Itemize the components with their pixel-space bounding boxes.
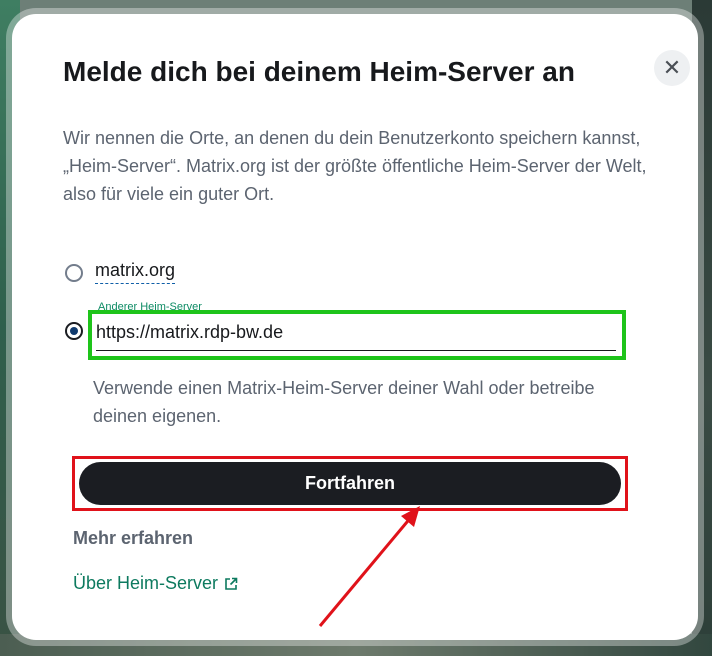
external-link-icon (225, 577, 238, 590)
about-homeservers-link[interactable]: Über Heim-Server (73, 573, 238, 594)
radio-matrix-org[interactable] (65, 264, 83, 282)
other-server-hint: Verwende einen Matrix-Heim-Server deiner… (93, 378, 595, 426)
about-homeservers-link-label[interactable]: Über Heim-Server (73, 573, 218, 594)
matrix-org-label[interactable]: matrix.org (95, 260, 176, 284)
dialog-description: Wir nennen die Orte, an denen du dein Be… (63, 128, 647, 204)
radio-other-server[interactable] (65, 322, 83, 340)
server-input-highlight (88, 310, 626, 360)
dialog-title: Melde dich bei deinem Heim-Server an (63, 56, 575, 87)
close-icon: ✕ (662, 55, 682, 80)
close-button[interactable]: ✕ (654, 50, 690, 86)
other-server-input[interactable] (96, 314, 616, 351)
continue-button[interactable]: Fortfahren (79, 462, 621, 505)
learn-more-heading: Mehr erfahren (73, 528, 194, 548)
